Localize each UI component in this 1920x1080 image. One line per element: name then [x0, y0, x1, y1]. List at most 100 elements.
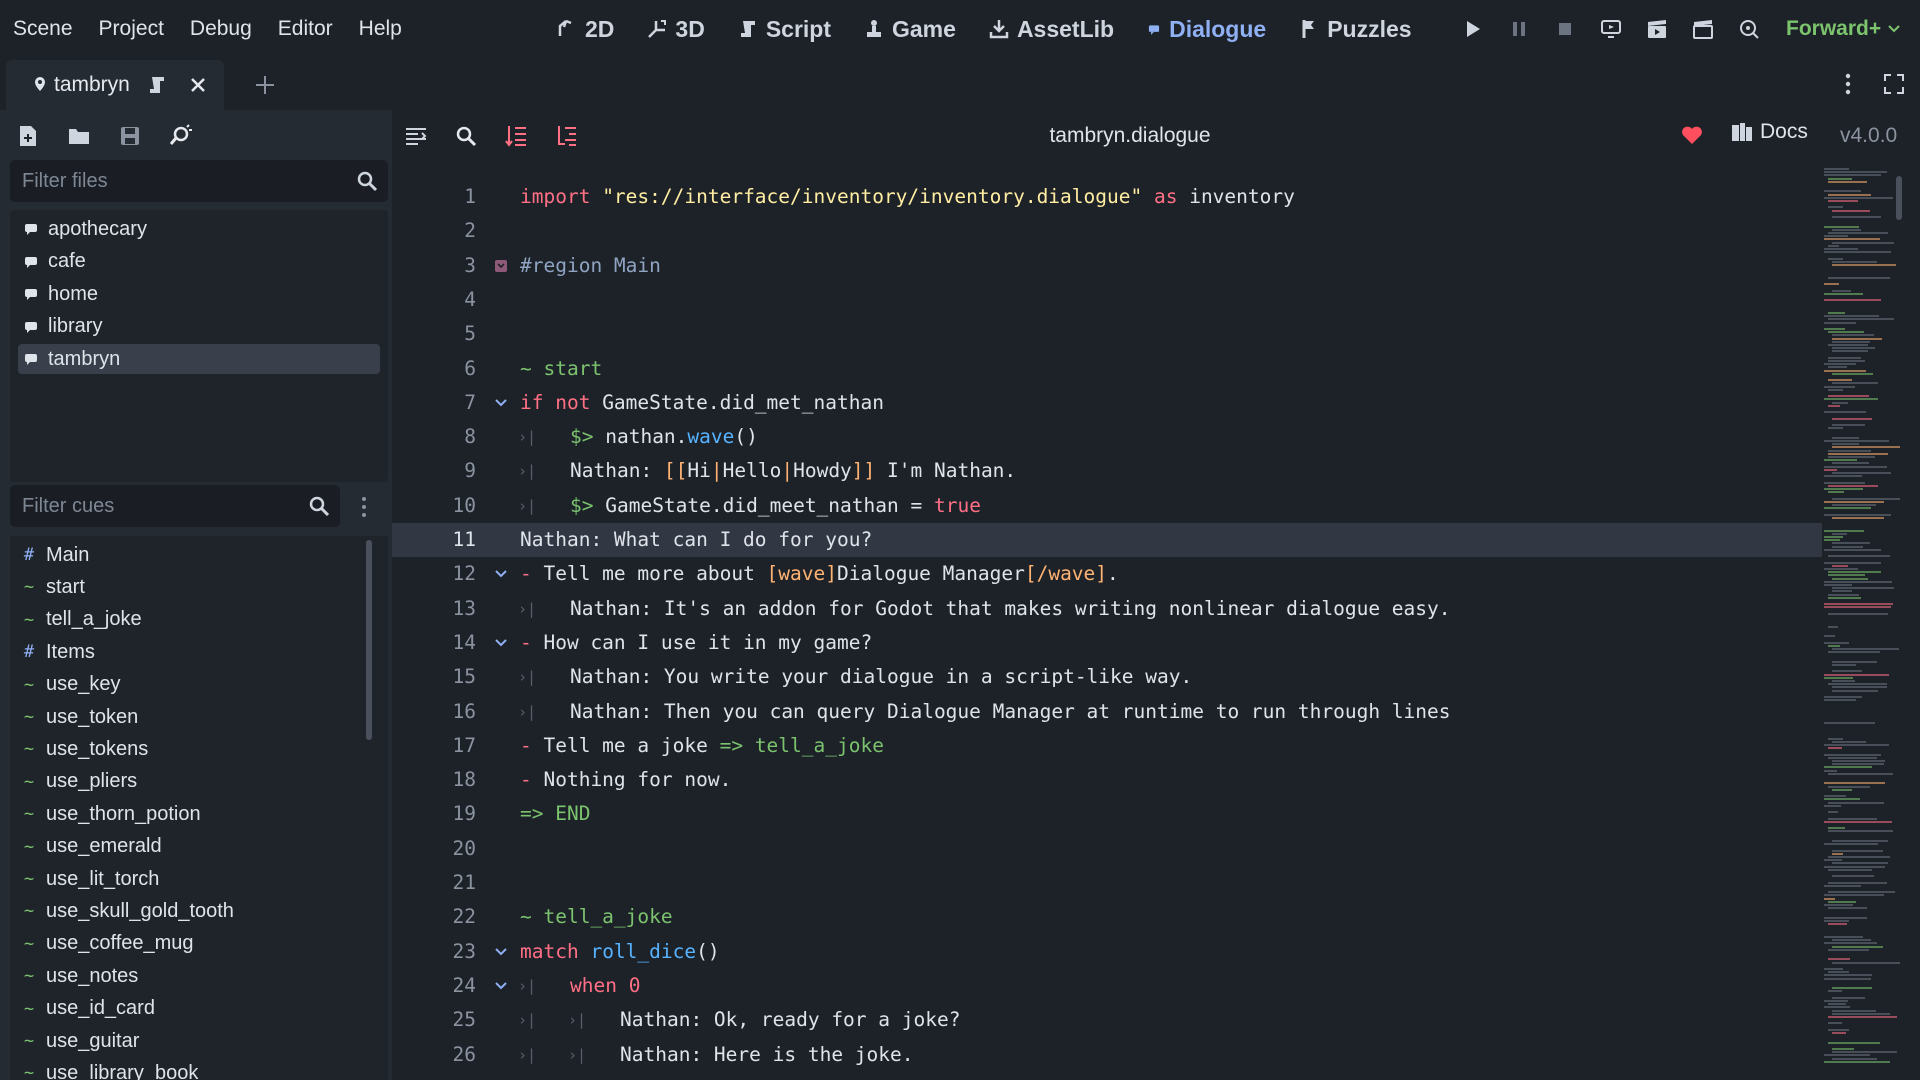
code-line[interactable]: 19 => END — [392, 797, 1822, 831]
fold-chevron-icon[interactable] — [492, 969, 510, 1003]
code-line[interactable]: 14 - How can I use it in my game? — [392, 626, 1822, 660]
close-icon[interactable] — [188, 75, 208, 95]
code-line[interactable]: 16 ›| Nathan: Then you can query Dialogue … — [392, 695, 1822, 729]
stop-button[interactable] — [1542, 0, 1588, 58]
code-line[interactable]: 17 - Tell me a joke => tell_a_joke — [392, 729, 1822, 763]
mode-assetlib[interactable]: AssetLib — [972, 0, 1130, 58]
new-tab-button[interactable] — [250, 68, 280, 102]
mode-3d[interactable]: 3D — [630, 0, 720, 58]
menu-editor[interactable]: Editor — [265, 0, 346, 58]
code-line[interactable]: 1 import "res://interface/inventory/inven… — [392, 180, 1822, 214]
menu-project[interactable]: Project — [86, 0, 177, 58]
file-item[interactable]: apothecary — [18, 214, 380, 244]
code-line[interactable]: 7 if not GameState.did_met_nathan — [392, 386, 1822, 420]
cue-item[interactable]: ~ use_skull_gold_tooth — [22, 896, 234, 926]
minimap-line — [1824, 369, 1866, 372]
code-line[interactable]: 9 ›| Nathan: [[Hi|Hello|Howdy]] I'm Nathan… — [392, 454, 1822, 488]
fold-chevron-icon[interactable] — [492, 557, 510, 591]
cue-item[interactable]: ~ use_notes — [22, 961, 138, 991]
find-in-files-button[interactable] — [163, 118, 199, 154]
mode-puzzles[interactable]: Puzzles — [1282, 0, 1427, 58]
fold-all-button[interactable] — [498, 118, 534, 154]
code-line[interactable]: 21 — [392, 866, 1822, 900]
play-custom-scene-button[interactable] — [1680, 0, 1726, 58]
cue-list-scrollbar[interactable] — [366, 540, 372, 740]
cue-item[interactable]: ~ use_token — [22, 702, 138, 732]
chevron-down-icon — [1888, 25, 1900, 33]
code-line[interactable]: 5 — [392, 317, 1822, 351]
code-line[interactable]: 4 — [392, 283, 1822, 317]
code-line[interactable]: 26 ›| ›| Nathan: Here is the joke. — [392, 1038, 1822, 1072]
code-line[interactable]: 25 ›| ›| Nathan: Ok, ready for a joke? — [392, 1003, 1822, 1037]
code-line[interactable]: 20 — [392, 832, 1822, 866]
menu-scene[interactable]: Scene — [0, 0, 86, 58]
fold-chevron-icon[interactable] — [492, 626, 510, 660]
remote-debug-button[interactable] — [1588, 0, 1634, 58]
code-line[interactable]: 15 ›| Nathan: You write your dialogue in a… — [392, 660, 1822, 694]
mode-dialogue[interactable]: Dialogue — [1130, 0, 1282, 58]
file-item[interactable]: cafe — [18, 247, 380, 277]
cue-item[interactable]: ~ use_guitar — [22, 1026, 140, 1056]
fold-chevron-icon[interactable] — [492, 386, 510, 420]
code-line[interactable]: 23 match roll_dice() — [392, 935, 1822, 969]
code-line[interactable]: 2 — [392, 214, 1822, 248]
distraction-free-button[interactable] — [1876, 66, 1912, 102]
fold-region-icon[interactable] — [492, 249, 510, 283]
movie-maker-button[interactable] — [1726, 0, 1772, 58]
cue-item[interactable]: ~ use_id_card — [22, 994, 155, 1024]
open-file-button[interactable] — [61, 118, 97, 154]
cue-item[interactable]: ~ use_key — [22, 670, 121, 700]
cue-item[interactable]: # Main — [22, 540, 89, 570]
play-scene-button[interactable] — [1634, 0, 1680, 58]
code-line[interactable]: 8 ›| $> nathan.wave() — [392, 420, 1822, 454]
docs-button[interactable]: Docs — [1730, 120, 1808, 144]
mode-2d[interactable]: 2D — [540, 0, 630, 58]
new-file-button[interactable] — [10, 118, 46, 154]
file-filter-input[interactable] — [10, 168, 388, 194]
minimap-line — [1828, 180, 1868, 183]
cue-item[interactable]: ~ use_coffee_mug — [22, 929, 194, 959]
code-line[interactable]: 10 ›| $> GameState.did_meet_nathan = true — [392, 489, 1822, 523]
file-item[interactable]: library — [18, 312, 380, 342]
code-area[interactable]: 1 import "res://interface/inventory/inven… — [392, 180, 1822, 1080]
code-line[interactable]: 22 ~ tell_a_joke — [392, 900, 1822, 934]
heart-icon[interactable] — [1680, 124, 1704, 146]
save-file-button[interactable] — [112, 118, 148, 154]
cue-item[interactable]: ~ use_pliers — [22, 767, 137, 797]
pause-button[interactable] — [1496, 0, 1542, 58]
code-line[interactable]: 12 - Tell me more about [wave]Dialogue Ma… — [392, 557, 1822, 591]
cue-item[interactable]: # Items — [22, 637, 95, 667]
menu-debug[interactable]: Debug — [177, 0, 265, 58]
minimap[interactable] — [1822, 164, 1912, 1080]
play-button[interactable] — [1450, 0, 1496, 58]
editor-scrollbar[interactable] — [1896, 176, 1902, 220]
cue-item[interactable]: ~ use_lit_torch — [22, 864, 160, 894]
cue-filter-input[interactable] — [10, 493, 340, 519]
cue-item[interactable]: ~ start — [22, 572, 85, 602]
tab-menu-button[interactable] — [1830, 66, 1866, 102]
code-line[interactable]: 24 ›| when 0 — [392, 969, 1822, 1003]
toggle-sidebar-button[interactable] — [398, 118, 434, 154]
mode-game[interactable]: Game — [847, 0, 972, 58]
search-button[interactable] — [448, 118, 484, 154]
cue-options-button[interactable] — [352, 492, 376, 522]
code-line[interactable]: 3 #region Main — [392, 249, 1822, 283]
mode-script[interactable]: Script — [721, 0, 847, 58]
minimap-line — [1824, 894, 1884, 897]
cue-item[interactable]: ~ use_emerald — [22, 832, 162, 862]
cue-item[interactable]: ~ use_library_book — [22, 1058, 198, 1080]
renderer-selector[interactable]: Forward+ — [1786, 0, 1901, 58]
fold-chevron-icon[interactable] — [492, 935, 510, 969]
menu-help[interactable]: Help — [346, 0, 415, 58]
code-line[interactable]: 13 ›| Nathan: It's an addon for Godot that… — [392, 592, 1822, 626]
code-line[interactable]: 6 ~ start — [392, 352, 1822, 386]
unfold-all-button[interactable] — [548, 118, 584, 154]
cue-item[interactable]: ~ use_thorn_potion — [22, 799, 201, 829]
cue-item[interactable]: ~ use_tokens — [22, 734, 148, 764]
file-item[interactable]: home — [18, 279, 380, 309]
cue-item[interactable]: ~ tell_a_joke — [22, 605, 142, 635]
code-line[interactable]: 18 - Nothing for now. — [392, 763, 1822, 797]
code-line[interactable]: 11 Nathan: What can I do for you? — [392, 523, 1822, 557]
tab-tambryn[interactable]: tambryn — [6, 60, 224, 110]
file-item[interactable]: tambryn — [18, 344, 380, 374]
